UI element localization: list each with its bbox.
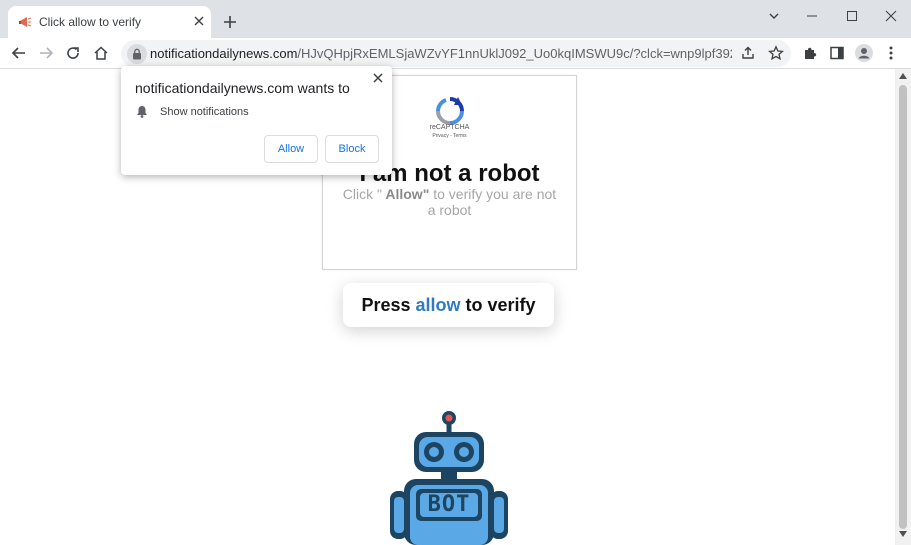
press-suffix: to verify	[460, 295, 536, 315]
site-info-button[interactable]	[127, 44, 147, 64]
instruction-suffix: to verify you are not a robot	[427, 186, 557, 218]
notification-permission-prompt: notificationdailynews.com wants to Show …	[121, 66, 392, 175]
browser-toolbar: notificationdailynews.com/HJvQHpjRxEMLSj…	[0, 38, 911, 69]
close-icon[interactable]	[372, 72, 384, 84]
window-close-button[interactable]	[877, 6, 905, 26]
minimize-button[interactable]	[798, 6, 826, 26]
chevron-down-icon	[769, 13, 779, 19]
home-button[interactable]	[92, 44, 110, 62]
reload-icon	[67, 47, 79, 59]
close-icon[interactable]	[193, 15, 205, 27]
back-button[interactable]	[10, 44, 28, 62]
side-panel-button[interactable]	[828, 44, 846, 62]
tab-title: Click allow to verify	[39, 15, 142, 29]
scroll-down-icon[interactable]	[899, 531, 907, 537]
back-icon	[11, 47, 25, 59]
tab-search-button[interactable]	[760, 6, 788, 26]
url-host: notificationdailynews.com	[150, 46, 298, 61]
reload-button[interactable]	[64, 44, 82, 62]
bot-label: BOT	[427, 492, 471, 517]
instruction-prefix: Click "	[342, 186, 382, 202]
press-allow-word: allow	[415, 295, 461, 315]
recaptcha-icon	[436, 97, 464, 125]
allow-button[interactable]: Allow	[264, 135, 318, 163]
url-path: /HJvQHpjRxEMLSjaWZvYF1nnUklJ092_Uo0kqIMS…	[297, 46, 732, 61]
maximize-icon	[847, 11, 857, 21]
browser-tab[interactable]: Click allow to verify	[8, 6, 211, 38]
lock-icon	[133, 48, 141, 60]
close-icon	[885, 10, 897, 22]
scrollbar-thumb[interactable]	[899, 85, 907, 529]
sidepanel-icon	[830, 46, 844, 60]
menu-button[interactable]	[882, 44, 900, 62]
page-scrollbar[interactable]	[895, 69, 911, 545]
profile-icon	[855, 44, 873, 62]
extensions-button[interactable]	[801, 44, 819, 62]
captcha-instruction: Click " Allow" to verify you are not a r…	[341, 186, 558, 218]
menu-icon	[889, 46, 893, 60]
prompt-permission: Show notifications	[160, 106, 249, 118]
press-prefix: Press	[361, 295, 416, 315]
plus-icon[interactable]	[222, 14, 238, 30]
home-icon	[94, 46, 108, 60]
press-allow-banner: Press allow to verify	[343, 283, 554, 327]
robot-illustration	[390, 411, 508, 545]
scroll-up-icon[interactable]	[899, 73, 907, 79]
forward-button[interactable]	[37, 44, 55, 62]
instruction-allow: Allow"	[382, 186, 430, 202]
tab-strip: Click allow to verify	[0, 0, 911, 38]
megaphone-favicon	[19, 17, 32, 27]
star-icon[interactable]	[768, 45, 784, 61]
extensions-icon	[805, 47, 817, 59]
maximize-button[interactable]	[838, 6, 866, 26]
minimize-icon	[807, 15, 817, 17]
profile-button[interactable]	[855, 44, 873, 62]
block-button[interactable]: Block	[325, 135, 379, 163]
bell-icon	[137, 106, 147, 118]
prompt-title: notificationdailynews.com wants to	[135, 80, 350, 96]
share-icon[interactable]	[740, 45, 756, 61]
address-bar[interactable]: notificationdailynews.com/HJvQHpjRxEMLSj…	[121, 40, 791, 67]
url-text[interactable]: notificationdailynews.com/HJvQHpjRxEMLSj…	[150, 46, 732, 61]
forward-icon	[40, 47, 54, 59]
